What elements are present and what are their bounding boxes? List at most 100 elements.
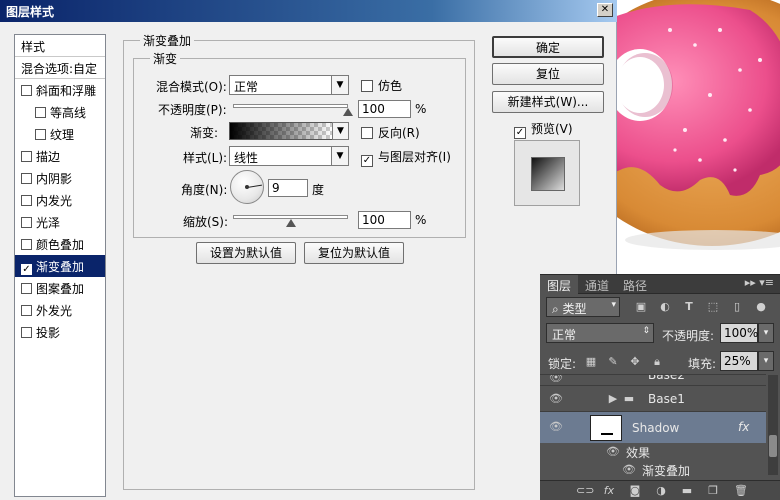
trash-icon[interactable]: 🗑︎ (734, 484, 748, 498)
layer-row-base2[interactable]: 👁︎ Base2 (540, 374, 766, 384)
checkbox-box[interactable] (35, 107, 46, 118)
reset-button[interactable]: 复位 (492, 63, 604, 85)
lock-position-icon[interactable]: ✥ (628, 355, 642, 369)
adjust-icon[interactable]: ◐ (658, 300, 672, 314)
layer-row-base1[interactable]: 👁︎ ▶ ▬ Base1 (540, 385, 766, 411)
scrollbar-thumb[interactable] (769, 435, 777, 457)
checkbox-box[interactable] (21, 195, 32, 206)
style-item[interactable]: 投影 (15, 321, 105, 343)
layers-scrollbar[interactable] (768, 375, 778, 475)
visibility-eye-icon[interactable]: 👁︎ (549, 392, 563, 406)
fx-icon[interactable]: fx (738, 420, 749, 434)
effect-item-row[interactable]: 👁︎ 渐变叠加 (540, 461, 766, 479)
close-icon: ✕ (600, 4, 610, 15)
angle-input[interactable]: 9 (268, 179, 308, 197)
new-layer-icon[interactable]: ❐ (706, 484, 720, 498)
align-with-layer-checkbox[interactable]: ✓ 与图层对齐(I) (361, 148, 451, 167)
lock-all-icon[interactable]: 🔒︎ (650, 355, 664, 369)
effects-row[interactable]: 👁︎ 效果 (540, 443, 766, 461)
opacity-input[interactable]: 100 (358, 100, 411, 118)
checkbox-box[interactable] (21, 85, 32, 96)
style-item-label: 光泽 (36, 216, 61, 230)
style-item[interactable]: 外发光 (15, 299, 105, 321)
opacity-slider-thumb[interactable] (343, 108, 353, 117)
visibility-eye-icon[interactable]: 👁︎ (549, 420, 563, 434)
type-icon[interactable]: T (682, 300, 696, 314)
new-style-button[interactable]: 新建样式(W)... (492, 91, 604, 113)
angle-dial[interactable] (230, 170, 264, 204)
close-button[interactable]: ✕ (597, 3, 613, 17)
link-icon[interactable]: ⊂⊃ (576, 484, 594, 498)
layer-row-shadow[interactable]: 👁︎ Shadow fx (540, 411, 766, 443)
checkbox-box[interactable] (21, 327, 32, 338)
gradient-dropdown[interactable]: ▼ (332, 122, 349, 140)
reset-default-button[interactable]: 复位为默认值 (304, 242, 404, 264)
style-item[interactable]: 纹理 (15, 123, 105, 145)
folder-icon[interactable]: ▬ (680, 484, 694, 498)
visibility-eye-icon[interactable]: 👁︎ (549, 375, 563, 384)
style-select[interactable]: 线性 ▼ (229, 146, 349, 166)
fill-input[interactable]: 25% (720, 351, 758, 371)
layer-opacity-label: 不透明度: (662, 329, 715, 343)
style-item[interactable]: 内阴影 (15, 167, 105, 189)
ok-button[interactable]: 确定 (492, 36, 604, 58)
checkbox-box[interactable] (21, 239, 32, 250)
panel-menu-icon[interactable]: ▸▸ ▾≡ (745, 276, 774, 289)
style-item-label: 内阴影 (36, 172, 73, 186)
checkbox-box[interactable] (21, 217, 32, 228)
style-item[interactable]: 光泽 (15, 211, 105, 233)
style-item[interactable]: ✓ 渐变叠加 (15, 255, 105, 277)
style-item[interactable]: 斜面和浮雕 (15, 79, 105, 101)
filter-toggle-icon[interactable]: ● (754, 300, 768, 314)
layer-opacity-input[interactable]: 100% (720, 323, 758, 343)
style-item-label: 颜色叠加 (36, 238, 85, 252)
smart-icon[interactable]: ▯ (730, 300, 744, 314)
layer-name-base1: Base1 (648, 392, 685, 406)
reverse-checkbox[interactable]: 反向(R) (361, 124, 420, 141)
gradient-label: 渐变: (190, 126, 219, 140)
mask-icon[interactable]: ◙ (628, 484, 642, 498)
preview-checkbox[interactable]: ✓ 预览(V) (514, 120, 573, 139)
style-item[interactable]: 图案叠加 (15, 277, 105, 299)
lock-paint-icon[interactable]: ✎ (606, 355, 620, 369)
layer-blend-mode-select[interactable]: 正常 ⇕ (546, 323, 654, 343)
angle-label: 角度(N): (181, 183, 228, 197)
blend-options-item[interactable]: 混合选项:自定 (15, 57, 105, 79)
scale-slider-thumb[interactable] (285, 219, 296, 228)
scale-input[interactable]: 100 (358, 211, 411, 229)
chevron-down-icon: ▾ (611, 300, 616, 310)
style-item[interactable]: 颜色叠加 (15, 233, 105, 255)
checkbox-box[interactable] (21, 305, 32, 316)
style-item-label: 等高线 (50, 106, 87, 120)
checkbox-box[interactable] (35, 129, 46, 140)
fill-dropdown[interactable]: ▾ (758, 351, 774, 371)
tab-layers[interactable]: 图层 (540, 275, 579, 294)
expand-arrow-icon[interactable]: ▶ (606, 392, 620, 406)
layer-opacity-dropdown[interactable]: ▾ (758, 323, 774, 343)
dither-checkbox[interactable]: 仿色 (361, 77, 402, 94)
checkbox-box[interactable] (21, 151, 32, 162)
tab-paths[interactable]: 路径 (616, 275, 654, 294)
image-icon[interactable]: ▣ (634, 300, 648, 314)
style-item[interactable]: 内发光 (15, 189, 105, 211)
opacity-slider[interactable] (233, 104, 348, 108)
shape-icon[interactable]: ⬚ (706, 300, 720, 314)
tab-channels[interactable]: 通道 (578, 275, 616, 294)
checkbox-box[interactable] (21, 283, 32, 294)
fx-icon[interactable]: fx (602, 484, 616, 498)
visibility-eye-icon[interactable]: 👁︎ (606, 445, 620, 459)
style-label: 样式(L): (183, 151, 228, 165)
style-item[interactable]: 等高线 (15, 101, 105, 123)
checkbox-check-icon[interactable]: ✓ (21, 264, 32, 275)
checkbox-box[interactable] (21, 173, 32, 184)
style-item[interactable]: 描边 (15, 145, 105, 167)
lock-transparency-icon[interactable]: ▦ (584, 355, 598, 369)
make-default-button[interactable]: 设置为默认值 (196, 242, 296, 264)
blend-mode-select[interactable]: 正常 ▼ (229, 75, 349, 95)
styles-header[interactable]: 样式 (15, 35, 105, 57)
visibility-eye-icon[interactable]: 👁︎ (622, 463, 636, 477)
style-item-label: 斜面和浮雕 (36, 84, 97, 98)
layer-filter-select[interactable]: ⌕ 类型 ▾ (546, 297, 620, 317)
gradient-swatch[interactable] (229, 122, 333, 140)
adjustment-icon[interactable]: ◑ (654, 484, 668, 498)
